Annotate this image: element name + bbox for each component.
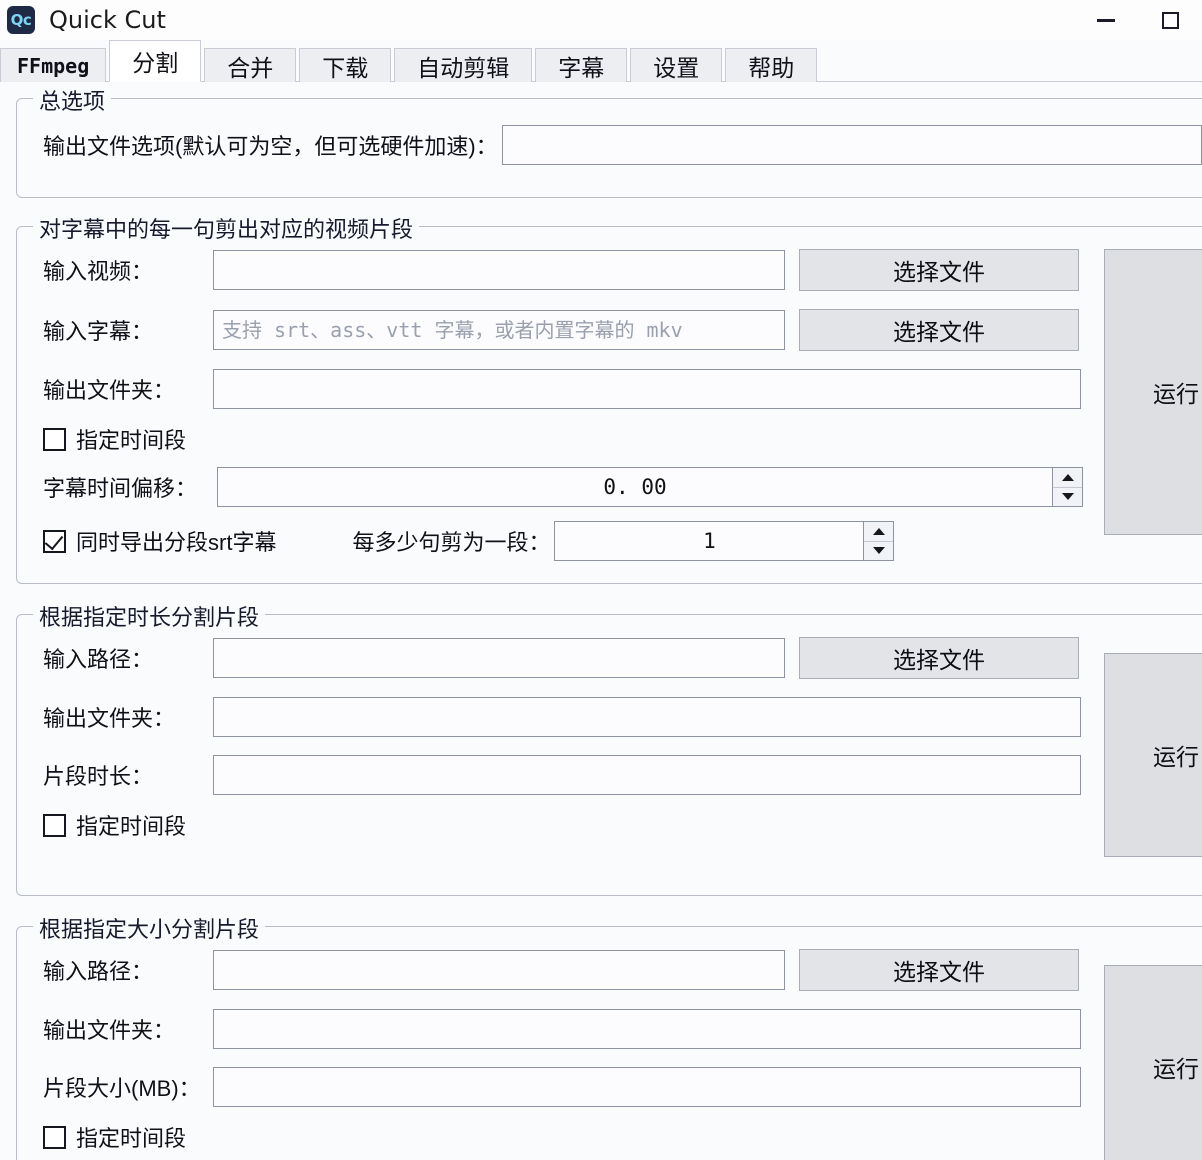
subtitle-offset-value[interactable]: 0. 00	[217, 467, 1053, 507]
title-bar: Qc Quick Cut	[0, 0, 1202, 40]
chevron-up-icon	[1061, 473, 1074, 481]
sentences-per-clip-label: 每多少句剪为一段：	[352, 530, 551, 555]
app-title: Quick Cut	[49, 6, 166, 34]
checkbox-box-icon	[43, 427, 66, 451]
tab-auto-edit[interactable]: 自动剪辑	[394, 48, 533, 82]
clip-duration-input[interactable]	[213, 755, 1081, 795]
sentences-per-clip-spinner-buttons[interactable]	[864, 521, 895, 561]
output-folder-label-duration: 输出文件夹：	[43, 706, 176, 731]
group-size-split: 根据指定大小分割片段 运行 输入路径： 选择文件 输出文件夹： 片段大小(MB)…	[16, 912, 1202, 1160]
input-path-label-duration: 输入路径：	[43, 647, 154, 672]
sentences-per-clip-spinner[interactable]: 1	[554, 521, 895, 561]
checkbox-time-range-size[interactable]: 指定时间段	[43, 1121, 186, 1153]
window-controls	[1074, 0, 1202, 40]
group-size-split-title: 根据指定大小分割片段	[33, 912, 266, 944]
input-video-label: 输入视频：	[43, 259, 154, 284]
tab-ffmpeg[interactable]: FFmpeg	[0, 48, 107, 82]
clip-duration-label: 片段时长：	[43, 764, 154, 789]
select-file-button-subtitle[interactable]: 选择文件	[799, 309, 1079, 351]
subtitle-offset-spinner[interactable]: 0. 00	[217, 467, 1083, 507]
group-subtitle-cut: 对字幕中的每一句剪出对应的视频片段 运行 输入视频： 选择文件 输入字幕： 选择…	[16, 212, 1202, 584]
run-button-duration-split[interactable]: 运行	[1104, 653, 1202, 857]
app-logo-icon: Qc	[7, 6, 35, 34]
minimize-button[interactable]	[1074, 0, 1138, 40]
output-folder-input-size[interactable]	[213, 1009, 1081, 1049]
group-subtitle-cut-title: 对字幕中的每一句剪出对应的视频片段	[33, 212, 420, 244]
input-video-input[interactable]	[213, 250, 785, 290]
output-folder-label-subtitle: 输出文件夹：	[43, 378, 176, 403]
maximize-button[interactable]	[1138, 0, 1202, 40]
group-duration-split-title: 根据指定时长分割片段	[33, 600, 266, 632]
tab-panel-split: 总选项 输出文件选项(默认可为空，但可选硬件加速)： 对字幕中的每一句剪出对应的…	[0, 84, 1202, 1160]
spinner-down-button[interactable]	[1053, 488, 1082, 507]
output-folder-input-subtitle[interactable]	[213, 369, 1081, 409]
checkbox-export-srt-label: 同时导出分段srt字幕	[76, 530, 277, 555]
tab-help[interactable]: 帮助	[725, 48, 818, 82]
checkbox-box-icon	[43, 813, 66, 837]
run-button-size-split[interactable]: 运行	[1104, 965, 1202, 1160]
checkbox-time-range-duration-label: 指定时间段	[76, 814, 187, 839]
subtitle-offset-label: 字幕时间偏移：	[43, 476, 198, 501]
input-path-label-size: 输入路径：	[43, 959, 154, 984]
select-file-button-video[interactable]: 选择文件	[799, 249, 1079, 291]
tab-bar: FFmpeg 分割 合并 下载 自动剪辑 字幕 设置 帮助	[0, 40, 1202, 82]
checkbox-box-icon	[43, 1125, 66, 1149]
input-subtitle-input[interactable]	[213, 310, 785, 350]
tab-download[interactable]: 下载	[299, 48, 392, 82]
select-file-button-size[interactable]: 选择文件	[799, 949, 1079, 991]
tab-split[interactable]: 分割	[109, 40, 202, 82]
input-path-input-size[interactable]	[213, 950, 785, 990]
group-general-options: 总选项 输出文件选项(默认可为空，但可选硬件加速)：	[16, 84, 1202, 198]
checkbox-time-range-size-label: 指定时间段	[76, 1126, 187, 1151]
group-general-options-title: 总选项	[33, 84, 112, 116]
spinner-down-button[interactable]	[864, 542, 893, 561]
checkbox-time-range-subtitle[interactable]: 指定时间段	[43, 423, 186, 455]
chevron-down-icon	[1061, 493, 1074, 501]
output-folder-input-duration[interactable]	[213, 697, 1081, 737]
input-path-input-duration[interactable]	[213, 638, 785, 678]
chevron-down-icon	[872, 547, 885, 555]
output-options-input[interactable]	[501, 125, 1202, 165]
group-duration-split: 根据指定时长分割片段 运行 输入路径： 选择文件 输出文件夹： 片段时长： 指定…	[16, 600, 1202, 896]
select-file-button-duration[interactable]: 选择文件	[799, 637, 1079, 679]
checkbox-time-range-duration[interactable]: 指定时间段	[43, 809, 186, 841]
clip-size-label: 片段大小(MB)：	[43, 1076, 201, 1101]
spinner-up-button[interactable]	[1053, 468, 1082, 488]
tab-settings[interactable]: 设置	[630, 48, 723, 82]
chevron-up-icon	[872, 527, 885, 535]
subtitle-offset-spinner-buttons[interactable]	[1053, 467, 1083, 507]
checkbox-export-srt[interactable]: 同时导出分段srt字幕	[43, 525, 276, 557]
output-options-label: 输出文件选项(默认可为空，但可选硬件加速)：	[43, 134, 498, 159]
run-button-subtitle-cut[interactable]: 运行	[1104, 249, 1202, 535]
spinner-up-button[interactable]	[864, 522, 894, 542]
checkbox-time-range-subtitle-label: 指定时间段	[76, 428, 187, 453]
clip-size-input[interactable]	[213, 1067, 1081, 1107]
tab-merge[interactable]: 合并	[204, 48, 297, 82]
checkbox-checked-icon	[43, 529, 66, 553]
maximize-icon	[1161, 11, 1179, 29]
input-subtitle-label: 输入字幕：	[43, 319, 154, 344]
sentences-per-clip-value[interactable]: 1	[554, 521, 865, 561]
output-folder-label-size: 输出文件夹：	[43, 1018, 176, 1043]
tab-subtitle[interactable]: 字幕	[535, 48, 628, 82]
minimize-icon	[1097, 18, 1115, 22]
